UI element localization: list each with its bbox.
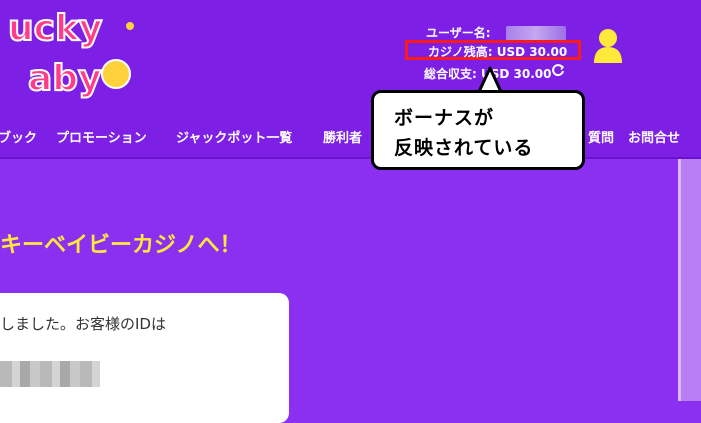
welcome-card-text: しました。お客様のIDは	[0, 315, 166, 333]
welcome-card: しました。お客様のIDは	[0, 293, 289, 423]
nav-item-faq[interactable]: 質問	[588, 127, 614, 146]
nav-item-jackpot-list[interactable]: ジャックポット一覧	[176, 127, 292, 146]
site-header: ucky aby ユーザー名: カジノ残高: USD 30.00 総合収支: U…	[0, 0, 701, 115]
casino-balance: カジノ残高: USD 30.00	[428, 45, 568, 59]
lucky-baby-logo[interactable]: ucky aby	[0, 2, 138, 104]
callout-line-1: ボーナスが	[394, 107, 495, 129]
nav-item-promotions[interactable]: プロモーション	[56, 127, 147, 146]
customer-id-blurred	[0, 361, 100, 387]
nav-item-book[interactable]: ブック	[0, 127, 37, 146]
scrollbar[interactable]	[678, 159, 701, 401]
annotation-callout: ボーナスが 反映されている	[371, 90, 585, 170]
svg-text:aby: aby	[28, 58, 102, 99]
svg-text:ucky: ucky	[8, 8, 102, 49]
nav-item-winners[interactable]: 勝利者	[323, 127, 362, 146]
callout-line-2: 反映されている	[394, 137, 534, 159]
welcome-heading: キーベイビーカジノへ！	[0, 233, 242, 258]
refresh-icon[interactable]	[551, 63, 565, 77]
nav-item-contact[interactable]: お問合せ	[628, 127, 680, 146]
username-label: ユーザー名:	[426, 26, 491, 40]
main-nav: ブック プロモーション ジャックポット一覧 勝利者 質問 お問合せ	[0, 115, 701, 159]
user-icon[interactable]	[592, 27, 624, 63]
